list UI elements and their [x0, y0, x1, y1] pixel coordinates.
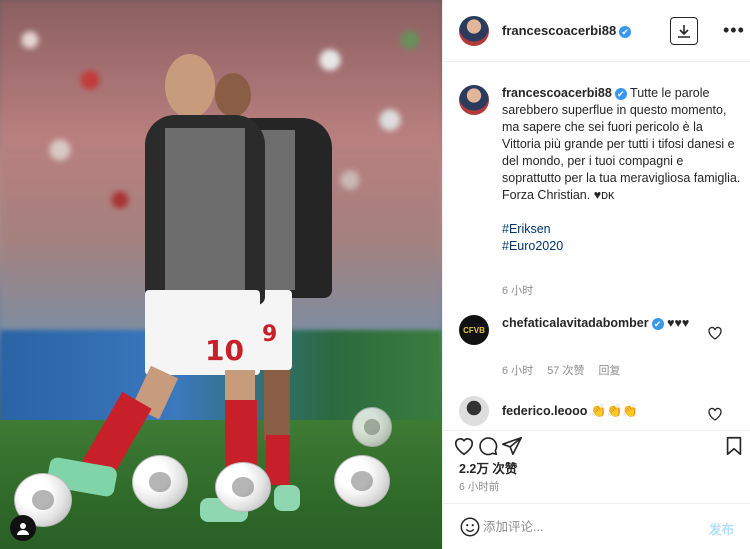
download-icon: [678, 25, 690, 38]
commenter-username[interactable]: federico.leooo: [502, 404, 587, 418]
front-player-number: 10: [205, 334, 244, 367]
verified-icon: ✔: [651, 317, 664, 330]
photo-ball-5: [352, 407, 392, 447]
caption-username[interactable]: francescoacerbi88 ✔: [502, 86, 627, 100]
commenter-username[interactable]: chefaticalavitadabomber ✔: [502, 316, 664, 330]
comment-like-heart-icon[interactable]: [707, 406, 723, 422]
user-icon[interactable]: [10, 515, 36, 541]
post-photo[interactable]: 9 10: [0, 0, 442, 549]
caption-text-2: Forza Christian. ♥ᴅᴋ: [502, 188, 615, 202]
heart-icon[interactable]: [453, 435, 475, 457]
bookmark-icon[interactable]: [723, 435, 745, 457]
post-caption: francescoacerbi88 ✔ Tutte le parole sareb…: [459, 85, 744, 255]
comment-meta: 6 小时 57 次赞 回复: [502, 362, 620, 378]
author-avatar[interactable]: [459, 15, 489, 46]
comment-icon[interactable]: [477, 435, 499, 457]
comment-text: ♥♥♥: [667, 316, 690, 330]
comments-section: francescoacerbi88 ✔ Tutte le parole sareb…: [443, 63, 750, 430]
verified-icon: ✔: [614, 87, 627, 100]
commenter-avatar[interactable]: CFVB: [459, 315, 489, 345]
commenter-avatar[interactable]: [459, 396, 489, 426]
post-header: francescoacerbi88 ✔ •••: [443, 0, 750, 62]
share-icon[interactable]: [501, 435, 523, 457]
hashtag-link[interactable]: #Euro2020: [502, 238, 744, 255]
comment-input[interactable]: [483, 516, 693, 538]
caption-text-1: Tutte le parole sarebbero superflue in q…: [502, 86, 741, 185]
comment-text: 👏👏👏: [590, 404, 638, 418]
post-actions: 2.2万 次赞 6 小时前: [443, 430, 750, 502]
comment-item: federico.leooo 👏👏👏: [459, 396, 744, 426]
reply-button[interactable]: 回复: [598, 362, 620, 378]
photo-ball-3: [215, 462, 271, 512]
comment-time: 6 小时: [502, 365, 534, 377]
smile-icon[interactable]: [459, 516, 481, 538]
comment-like-heart-icon[interactable]: [707, 325, 723, 341]
download-button[interactable]: [670, 17, 698, 45]
more-icon[interactable]: •••: [723, 20, 745, 41]
back-player-number: 9: [262, 322, 278, 347]
hashtag-link[interactable]: #Eriksen: [502, 221, 744, 238]
likes-count[interactable]: 2.2万 次赞: [459, 458, 517, 477]
comment-item: CFVB chefaticalavitadabomber ✔ ♥♥♥: [459, 315, 744, 345]
post-time: 6 小时前: [459, 481, 500, 493]
add-comment-bar: 发布: [443, 503, 750, 549]
verified-icon: ✔: [619, 25, 632, 38]
caption-author-avatar[interactable]: [459, 85, 489, 115]
caption-time: 6 小时: [502, 285, 534, 297]
author-username[interactable]: francescoacerbi88 ✔: [502, 23, 632, 38]
photo-ball-2: [132, 455, 188, 509]
comment-likes[interactable]: 57 次赞: [547, 362, 584, 378]
post-comment-button[interactable]: 发布: [709, 519, 734, 538]
post-side-panel: francescoacerbi88 ✔ ••• francescoacerbi88…: [442, 0, 750, 549]
photo-ball-4: [334, 455, 390, 507]
